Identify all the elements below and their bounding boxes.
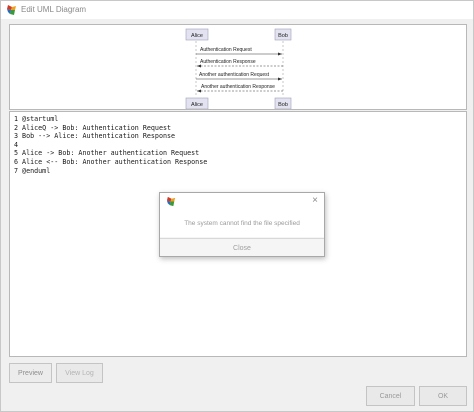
participant-label-alice-bottom: Alice (191, 102, 203, 108)
participant-label-bob-top: Bob (278, 33, 288, 39)
code-line: 4 (14, 140, 19, 149)
app-logo-icon (166, 196, 176, 207)
dialog-close-button[interactable]: Close (162, 240, 322, 256)
edit-uml-window: Edit UML Diagram Alice Bob Authenticatio… (0, 0, 474, 412)
code-line: 1 @startuml (14, 115, 59, 123)
participant-label-alice-top: Alice (191, 33, 203, 39)
code-line: 3 Bob --> Alice: Authentication Response (14, 132, 176, 141)
app-logo-icon (7, 5, 16, 15)
code-line: 2 AliceQ -> Bob: Authentication Request (14, 123, 172, 132)
title-bar: Edit UML Diagram (1, 1, 473, 19)
sequence-diagram: Alice Bob Authentication Request Authent… (185, 28, 292, 110)
arrowhead-right (278, 52, 282, 56)
arrowhead-left (197, 64, 201, 68)
arrowhead-left (197, 89, 201, 93)
dialog-title-bar: × (160, 193, 324, 210)
error-dialog: × The system cannot find the file specif… (159, 192, 325, 257)
ok-button[interactable]: OK (419, 386, 467, 406)
code-line: 7 @enduml (14, 166, 51, 175)
message-label: Authentication Request (200, 47, 252, 53)
arrowhead-right (278, 77, 282, 81)
preview-button[interactable]: Preview (9, 363, 52, 383)
diagram-preview: Alice Bob Authentication Request Authent… (9, 24, 467, 110)
window-title: Edit UML Diagram (21, 5, 87, 14)
message-label: Another authentication Response (201, 84, 275, 90)
dialog-footer: Close (160, 238, 324, 256)
dialog-body: The system cannot find the file specifie… (160, 210, 324, 237)
message-label: Authentication Response (200, 59, 256, 65)
code-line: 6 Alice <-- Bob: Another authentication … (14, 157, 208, 166)
message-label: Another authentication Request (199, 72, 270, 78)
cancel-button[interactable]: Cancel (366, 386, 415, 406)
error-message: The system cannot find the file specifie… (184, 220, 300, 227)
code-lines: 1 @startuml 2 AliceQ -> Bob: Authenticat… (10, 112, 466, 175)
close-icon[interactable]: × (312, 195, 318, 207)
code-line: 5 Alice -> Bob: Another authentication R… (14, 149, 200, 158)
participant-label-bob-bottom: Bob (278, 102, 288, 108)
view-log-button[interactable]: View Log (56, 363, 103, 383)
